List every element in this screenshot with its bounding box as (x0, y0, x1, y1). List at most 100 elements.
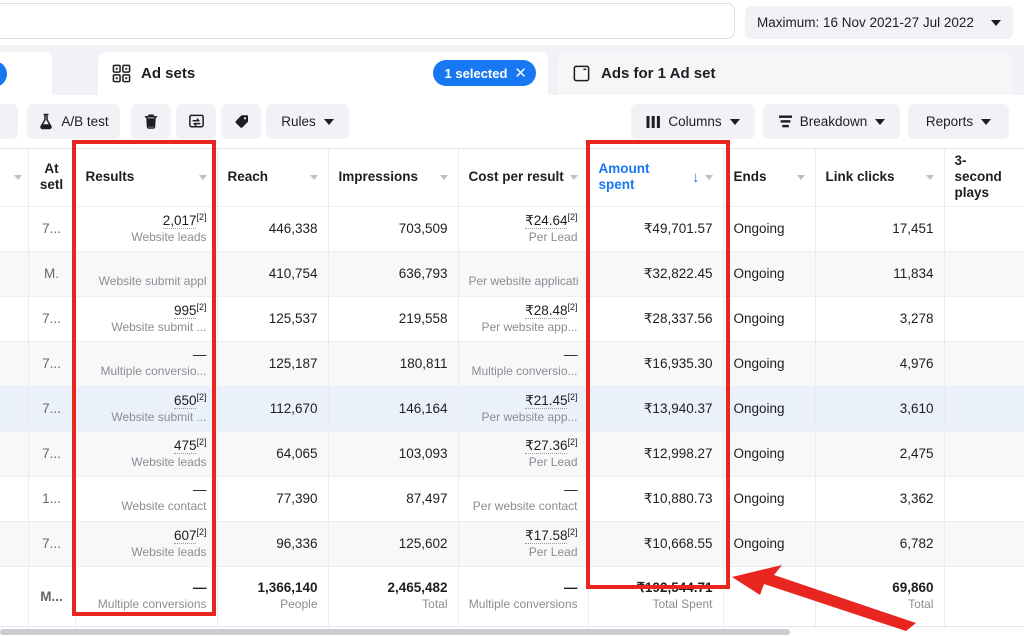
table-row[interactable]: 7... — Multiple conversio... 125,187 180,811… (0, 341, 1024, 387)
horizontal-scrollbar[interactable] (0, 626, 1024, 636)
row-select-cell[interactable] (0, 431, 29, 477)
row-results-subtitle: Website submit ... (111, 321, 207, 335)
row-cost-per-result: ₹24.64[2] Per Lead (458, 206, 589, 252)
column-header-link-clicks[interactable]: Link clicks (815, 149, 945, 207)
row-cost-per-result-subtitle: Per website app... (481, 411, 578, 425)
row-select-cell[interactable] (0, 476, 29, 522)
adsets-selected-pill[interactable]: 1 selected ✕ (432, 60, 536, 86)
row-cost-per-result: ₹28.48[2] Per website app... (458, 296, 589, 342)
rules-label: Rules (281, 114, 316, 129)
table-row[interactable]: 7... 2,017[2] Website leads 446,338 703,509 ₹… (0, 206, 1024, 252)
column-header-3-second-plays[interactable]: 3-second plays (944, 149, 1024, 207)
row-cost-per-result: ₹27.36[2] Per Lead (458, 431, 589, 477)
row-select-cell[interactable] (0, 251, 29, 297)
row-select-cell[interactable] (0, 341, 29, 387)
row-attribution-setting: 7... (28, 206, 76, 252)
totals-impressions-value: 2,465,482 (387, 579, 448, 595)
row-link-clicks: 2,475 (815, 431, 945, 477)
column-header-impressions[interactable]: Impressions (328, 149, 459, 207)
chevron-down-icon (729, 118, 740, 125)
totals-cpr-sub: Multiple conversions (468, 597, 578, 611)
chevron-down-icon[interactable] (704, 174, 713, 180)
row-cost-per-result-value (469, 258, 578, 273)
column-header-results-label: Results (85, 169, 135, 185)
row-impressions: 703,509 (328, 206, 459, 252)
column-header-amount-spent[interactable]: Amount spent ↓ (588, 149, 724, 207)
row-cost-per-result-value: ₹17.58[2] (525, 526, 578, 545)
chevron-down-icon[interactable] (796, 174, 805, 180)
column-header-cost-per-result[interactable]: Cost per result (458, 149, 589, 207)
chevron-down-icon[interactable] (309, 174, 318, 180)
chevron-down-icon[interactable] (925, 174, 934, 180)
row-link-clicks: 11,834 (815, 251, 945, 297)
table-row[interactable]: 7... 995[2] Website submit ... 125,537 219,5… (0, 296, 1024, 342)
column-header-ends[interactable]: Ends (723, 149, 816, 207)
row-attribution-setting: 7... (28, 341, 76, 387)
row-cost-per-result: ₹17.58[2] Per Lead (458, 521, 589, 567)
column-header-results[interactable]: Results (75, 149, 218, 207)
row-select-cell[interactable] (0, 206, 29, 252)
trash-icon (143, 113, 159, 130)
horizontal-scrollbar-thumb[interactable] (0, 629, 790, 635)
row-impressions: 125,602 (328, 521, 459, 567)
chevron-down-icon[interactable] (439, 174, 448, 180)
row-select-cell[interactable] (0, 296, 29, 342)
close-icon[interactable]: ✕ (514, 66, 527, 81)
table-row[interactable]: M. Website submit appl 410,754 636,793 Per… (0, 251, 1024, 297)
row-reach: 64,065 (217, 431, 329, 477)
duplicate-button[interactable] (176, 104, 216, 139)
tab-ads[interactable]: Ads for 1 Ad set (558, 52, 1013, 95)
date-range-picker[interactable]: Maximum: 16 Nov 2021-27 Jul 2022 (745, 6, 1013, 39)
date-range-label: Maximum: 16 Nov 2021-27 Jul 2022 (757, 15, 974, 30)
column-header-attribution-setting[interactable]: At setl (28, 149, 76, 207)
row-cost-per-result-subtitle: Per website contact (472, 500, 578, 514)
row-attribution-setting: 7... (28, 386, 76, 432)
ab-test-button[interactable]: A/B test (27, 104, 120, 139)
row-results-subtitle: Website leads (131, 546, 207, 560)
row-cost-per-result: ₹21.45[2] Per website app... (458, 386, 589, 432)
row-attribution-setting: 7... (28, 296, 76, 342)
columns-button[interactable]: Columns (631, 104, 755, 139)
campaigns-selected-pill[interactable]: selected ✕ (0, 61, 7, 87)
row-impressions: 146,164 (328, 386, 459, 432)
search-field[interactable] (0, 3, 735, 39)
row-3-second-plays (944, 341, 1024, 387)
row-results-value: 475[2] (173, 436, 207, 455)
row-cost-per-result: — Multiple conversio... (458, 341, 589, 387)
table-row[interactable]: 7... 650[2] Website submit ... 112,670 146,1… (0, 386, 1024, 432)
tag-button[interactable] (221, 104, 261, 139)
tab-campaigns[interactable]: selected ✕ (0, 52, 52, 95)
chevron-down-icon[interactable] (198, 174, 207, 180)
row-amount-spent: ₹10,880.73 (588, 476, 724, 522)
rules-button[interactable]: Rules (266, 104, 349, 139)
reports-button[interactable]: Reports (908, 104, 1009, 139)
row-ends: Ongoing (723, 296, 816, 342)
edit-button[interactable] (0, 104, 18, 139)
row-select-cell[interactable] (0, 386, 29, 432)
row-impressions: 103,093 (328, 431, 459, 477)
row-link-clicks: 4,976 (815, 341, 945, 387)
row-link-clicks: 6,782 (815, 521, 945, 567)
chevron-down-icon (991, 19, 1001, 26)
row-select-cell[interactable] (0, 521, 29, 567)
table-body: 7... 2,017[2] Website leads 446,338 703,509 ₹… (0, 206, 1024, 567)
table-row[interactable]: 7... 607[2] Website leads 96,336 125,602 ₹17.… (0, 521, 1024, 567)
delete-button[interactable] (131, 104, 171, 139)
tab-adsets[interactable]: Ad sets 1 selected ✕ (98, 52, 548, 95)
chevron-down-icon[interactable] (13, 174, 22, 180)
row-reach: 410,754 (217, 251, 329, 297)
column-header-select[interactable] (0, 149, 29, 207)
totals-impressions-sub: Total (422, 597, 448, 611)
breakdown-button[interactable]: Breakdown (763, 104, 900, 139)
totals-impressions: 2,465,482 Total (328, 565, 459, 626)
ads-window-icon (572, 64, 591, 83)
column-header-reach[interactable]: Reach (217, 149, 329, 207)
table-row[interactable]: 7... 475[2] Website leads 64,065 103,093 ₹27.… (0, 431, 1024, 477)
breakdown-icon (778, 114, 793, 129)
row-results: 2,017[2] Website leads (75, 206, 218, 252)
sort-descending-icon[interactable]: ↓ (692, 170, 700, 185)
totals-reach-sub: People (280, 597, 318, 611)
table-row[interactable]: 1... — Website contact 77,390 87,497 — Per web… (0, 476, 1024, 522)
row-results-value: 650[2] (173, 391, 207, 410)
chevron-down-icon[interactable] (569, 174, 578, 180)
